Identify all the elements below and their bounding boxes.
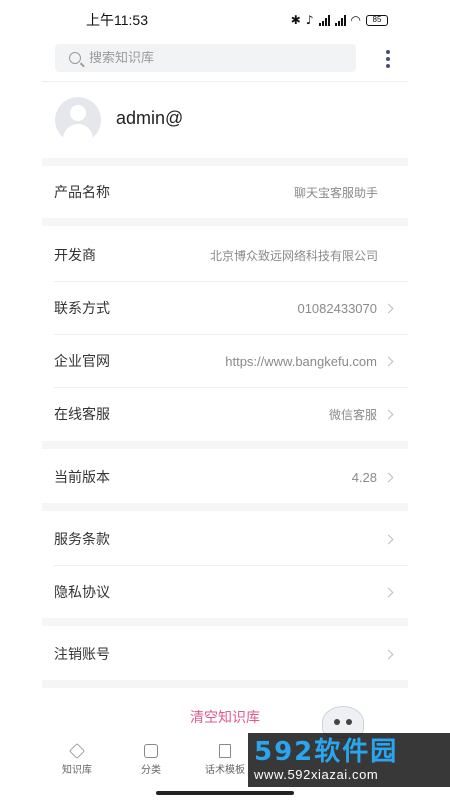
section-gap [42, 618, 408, 626]
signal-icon [318, 14, 330, 26]
section-gap [42, 441, 408, 449]
chevron-right-icon [383, 409, 394, 419]
status-time: 上午11:53 [86, 12, 148, 28]
row-version[interactable]: 当前版本 4.28 [42, 451, 408, 503]
row-value: 01082433070 [297, 300, 377, 316]
home-indicator [156, 791, 294, 795]
row-delete-account[interactable]: 注销账号 [42, 628, 408, 680]
search-icon [69, 52, 81, 64]
row-value: 北京博众致远网络科技有限公司 [209, 248, 378, 263]
more-vertical-icon[interactable] [384, 50, 392, 68]
top-bar [0, 40, 450, 82]
row-terms[interactable]: 服务条款 [42, 513, 408, 565]
document-icon [219, 744, 231, 758]
row-value: 微信客服 [328, 407, 377, 422]
row-value: 4.28 [351, 469, 377, 485]
chevron-right-icon [383, 303, 394, 313]
row-label: 注销账号 [54, 647, 110, 663]
row-label: 服务条款 [54, 532, 110, 548]
section-gap [42, 158, 408, 166]
row-developer: 开发商 北京博众致远网络科技有限公司 [42, 229, 408, 281]
tab-label: 知识库 [62, 765, 92, 776]
profile-header: admin@ [42, 82, 408, 158]
tab-knowledge-base[interactable]: 知识库 [40, 743, 114, 786]
chevron-right-icon [383, 472, 394, 482]
watermark-url: www.592xiazai.com [254, 766, 379, 782]
row-value: https://www.bangkefu.com [225, 353, 377, 369]
avatar[interactable] [55, 97, 101, 143]
signal-icon-2 [334, 14, 346, 26]
chevron-right-icon [383, 587, 394, 597]
layers-icon [69, 743, 85, 759]
row-label: 产品名称 [54, 185, 110, 201]
wifi-icon: ◠ [350, 13, 361, 27]
status-icons: ✱ ♪ ◠ 85 [291, 13, 388, 27]
section-gap [42, 680, 408, 688]
battery-icon: 85 [366, 14, 388, 26]
row-value: 聊天宝客服助手 [293, 185, 378, 200]
chevron-right-icon [383, 649, 394, 659]
mute-icon: ♪ [305, 13, 314, 27]
status-bar: 上午11:53 ✱ ♪ ◠ 85 [0, 0, 450, 40]
watermark-brand: 592软件园 [254, 736, 399, 767]
watermark: 592软件园 www.592xiazai.com [248, 733, 450, 787]
row-product-name: 产品名称 聊天宝客服助手 [42, 166, 408, 218]
tab-category[interactable]: 分类 [114, 744, 188, 786]
cube-icon [144, 744, 158, 758]
chevron-right-icon [383, 356, 394, 366]
clear-knowledge-base-button[interactable]: 清空知识库 [150, 706, 300, 728]
row-label: 联系方式 [54, 301, 110, 317]
row-label: 在线客服 [54, 407, 110, 423]
row-online-service[interactable]: 在线客服 微信客服 [42, 388, 408, 440]
tab-label: 分类 [141, 765, 161, 776]
section-gap [42, 218, 408, 226]
row-label: 企业官网 [54, 354, 110, 370]
bluetooth-icon: ✱ [290, 13, 301, 27]
row-privacy[interactable]: 隐私协议 [42, 566, 408, 618]
row-contact[interactable]: 联系方式 01082433070 [42, 282, 408, 334]
tab-label: 话术模板 [205, 765, 245, 776]
row-label: 开发商 [54, 248, 96, 264]
chevron-right-icon [383, 534, 394, 544]
username: admin@ [116, 108, 184, 128]
search-box[interactable] [55, 44, 356, 72]
row-label: 隐私协议 [54, 585, 110, 601]
row-website[interactable]: 企业官网 https://www.bangkefu.com [42, 335, 408, 387]
section-gap [42, 503, 408, 511]
row-label: 当前版本 [54, 470, 110, 486]
search-input[interactable] [89, 50, 329, 66]
